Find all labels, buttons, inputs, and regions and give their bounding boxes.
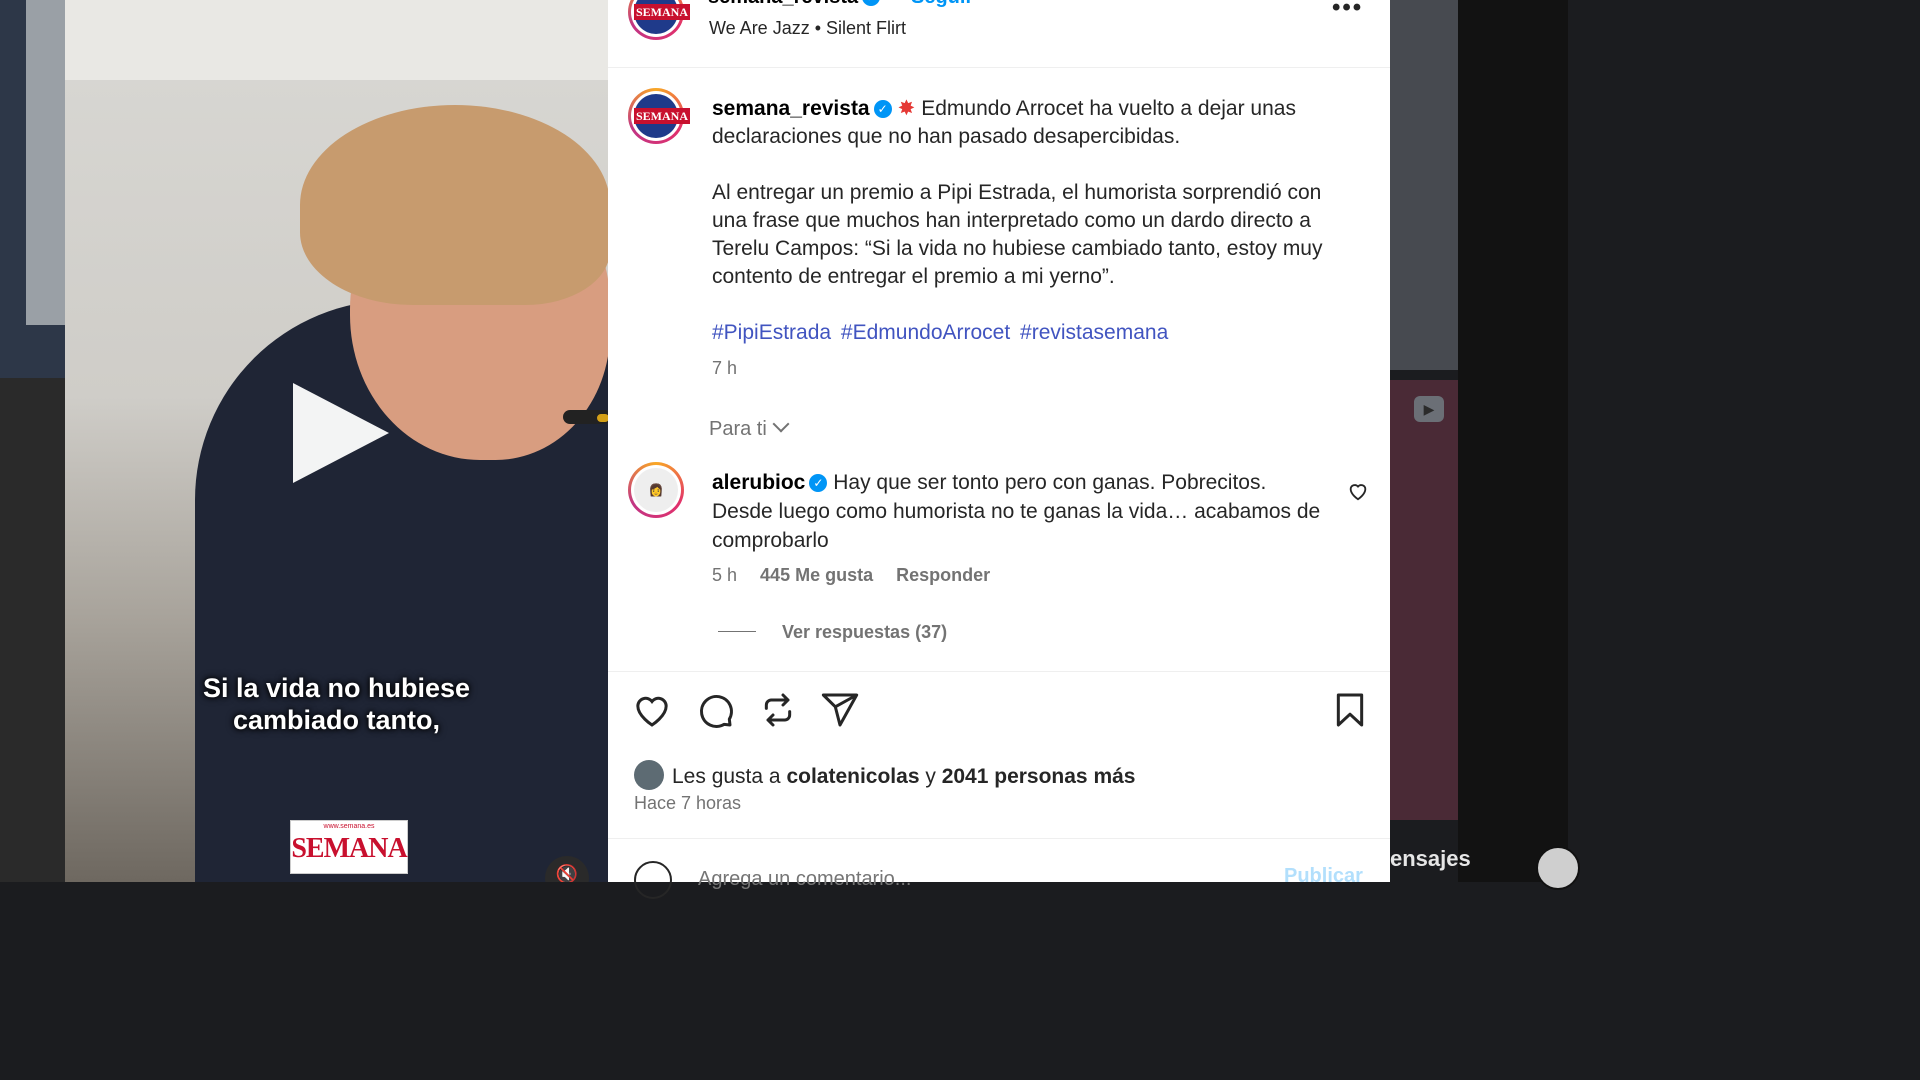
comment-input[interactable]: [696, 863, 1260, 895]
avatar[interactable]: [634, 760, 664, 790]
background-image-strip: [26, 0, 65, 325]
caption-text-2: Al entregar un premio a Pipi Estrada, el…: [712, 181, 1323, 288]
publish-button[interactable]: Publicar: [1284, 865, 1363, 888]
chevron-down-icon: [772, 415, 790, 433]
verified-icon: ✓: [809, 474, 828, 492]
semana-logo: www.semana.es SEMANA: [290, 820, 408, 874]
likes-count[interactable]: 2041 personas más: [942, 765, 1136, 788]
like-heart-icon[interactable]: [632, 690, 672, 730]
view-replies-button[interactable]: Ver respuestas (37): [718, 622, 947, 643]
background-thumbnail: [1390, 0, 1458, 370]
comment-time: 5 h: [712, 565, 738, 585]
reply-button[interactable]: Responder: [896, 565, 990, 585]
comment-likes[interactable]: 445 Me gusta: [760, 565, 873, 585]
comment-text: alerubioc ✓ Hay que ser tonto pero con ga…: [712, 471, 1321, 552]
verified-icon: ✓: [873, 100, 892, 118]
comment-username[interactable]: alerubioc: [712, 471, 805, 494]
sparkle-icon: ✸: [897, 97, 916, 120]
heart-icon[interactable]: [1347, 480, 1369, 502]
background-sidebar: [1458, 0, 1568, 882]
reel-icon: ▶: [1414, 396, 1444, 422]
post-header: SEMANA semana_revista✓ Seguir We Are Jaz…: [608, 0, 1390, 68]
follow-button[interactable]: Seguir: [911, 0, 973, 9]
post-panel: SEMANA semana_revista✓ Seguir We Are Jaz…: [608, 0, 1390, 899]
play-icon[interactable]: [293, 383, 389, 483]
add-comment-bar: Publicar: [608, 838, 1390, 899]
more-options-icon[interactable]: •••: [1332, 0, 1363, 22]
hashtag-link[interactable]: #EdmundoArrocet: [841, 321, 1010, 344]
share-icon[interactable]: [820, 690, 860, 730]
caption-time[interactable]: 7 h: [712, 358, 737, 379]
verified-icon: ✓: [862, 0, 881, 6]
comment-meta: 5 h 445 Me gusta Responder: [712, 565, 1008, 586]
avatar[interactable]: 👩: [628, 462, 684, 518]
bookmark-icon[interactable]: [1330, 690, 1370, 730]
liker-username[interactable]: colatenicolas: [786, 765, 919, 788]
post-timestamp[interactable]: Hace 7 horas: [634, 793, 741, 814]
hashtags: #PipiEstrada #EdmundoArrocet #revistasem…: [712, 319, 1342, 347]
action-bar: [608, 690, 1390, 736]
comment-icon[interactable]: [695, 690, 735, 730]
messages-avatar[interactable]: [1536, 846, 1580, 890]
messages-label[interactable]: ensajes: [1390, 846, 1471, 872]
emoji-icon[interactable]: [634, 861, 672, 899]
comment-filter-dropdown[interactable]: Para ti: [709, 415, 790, 441]
caption-username[interactable]: semana_revista: [712, 97, 870, 120]
video-subtitle: Si la vida no hubiese cambiado tanto,: [202, 673, 471, 735]
audio-track[interactable]: We Are Jazz • Silent Flirt: [709, 18, 906, 39]
avatar[interactable]: SEMANA: [628, 0, 691, 40]
divider: [608, 671, 1390, 672]
background-thumbnail: [0, 378, 65, 882]
hashtag-link[interactable]: #revistasemana: [1020, 321, 1168, 344]
header-username[interactable]: semana_revista✓: [708, 0, 881, 9]
likes-summary: Les gusta a colatenicolas y 2041 persona…: [634, 760, 1135, 790]
video-player[interactable]: Si la vida no hubiese cambiado tanto, ww…: [65, 0, 608, 882]
avatar[interactable]: SEMANA: [628, 88, 691, 144]
post-caption: semana_revista ✓ ✸ Edmundo Arrocet ha vuelt…: [712, 95, 1342, 347]
hashtag-link[interactable]: #PipiEstrada: [712, 321, 831, 344]
background-thumbnail: [1390, 380, 1458, 820]
repost-icon[interactable]: [758, 690, 798, 730]
